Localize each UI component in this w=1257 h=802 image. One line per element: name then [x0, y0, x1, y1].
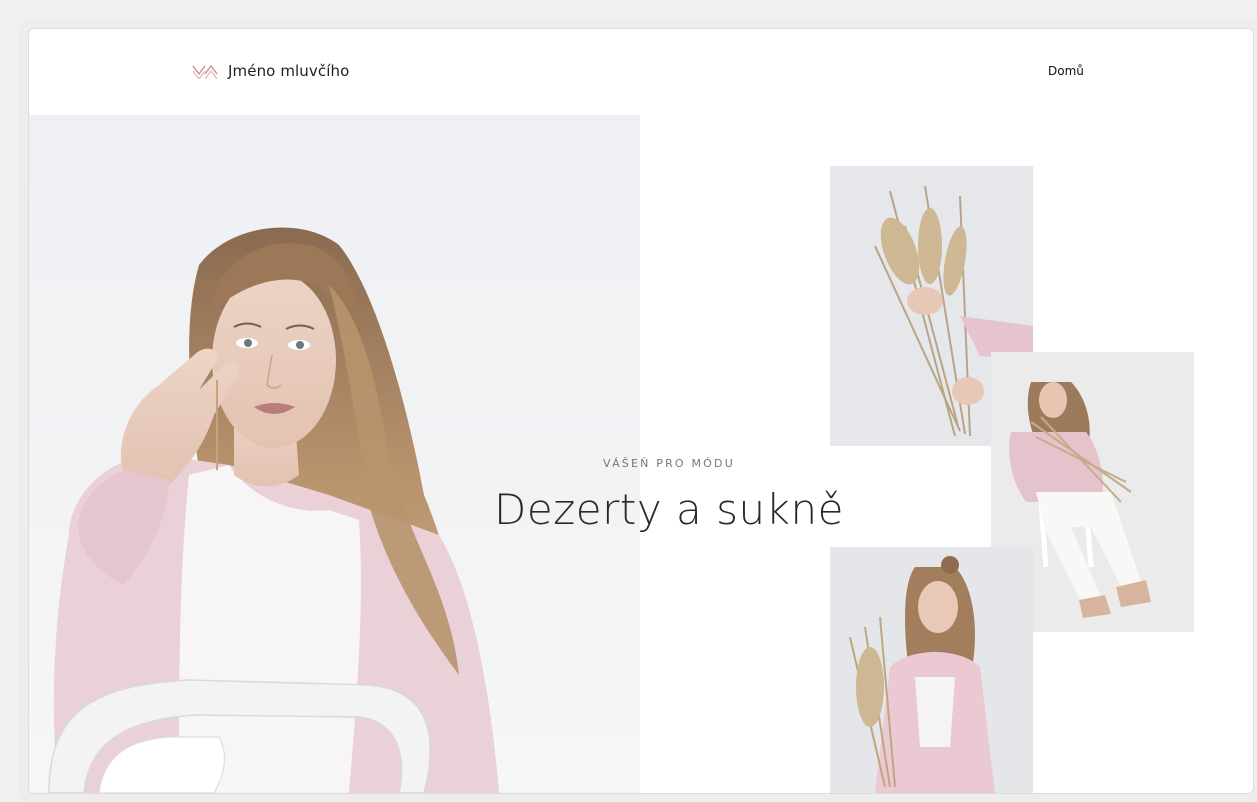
gallery-image-3[interactable]	[830, 547, 1033, 793]
nav-link-home[interactable]: Domů	[1048, 64, 1084, 78]
site-header: Jméno mluvčího Domů	[29, 29, 1253, 115]
hero-eyebrow: VÁŠEŇ PRO MÓDU	[603, 457, 735, 470]
double-chevron-icon	[192, 63, 218, 79]
logo-text: Jméno mluvčího	[228, 62, 350, 80]
page-frame: Jméno mluvčího Domů VÁŠEŇ PRO MÓDU Dezer…	[28, 28, 1254, 794]
logo[interactable]: Jméno mluvčího	[192, 62, 349, 80]
hero-image	[29, 115, 640, 793]
hero-title: Dezerty a sukně	[494, 485, 844, 534]
